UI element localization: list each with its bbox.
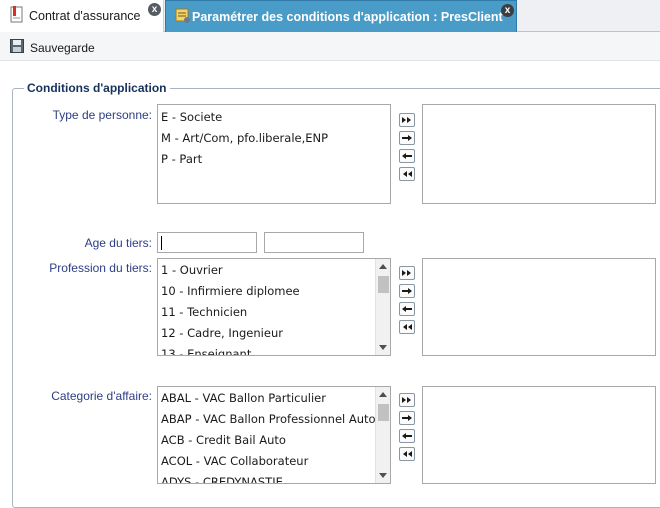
arrow-right-icon	[401, 131, 413, 145]
list-item[interactable]: 11 - Technicien	[161, 305, 247, 319]
list-item[interactable]: 12 - Cadre, Ingenieur	[161, 326, 283, 340]
age-max-input[interactable]	[264, 232, 364, 253]
list-item[interactable]: 1 - Ouvrier	[161, 263, 223, 277]
tab-contrat-assurance[interactable]: Contrat d'assurance x	[0, 0, 164, 32]
scroll-thumb[interactable]	[378, 276, 389, 293]
move-left-button[interactable]	[399, 302, 415, 316]
text-caret	[161, 236, 162, 250]
double-arrow-right-icon	[401, 113, 413, 127]
move-all-right-button[interactable]	[399, 393, 415, 407]
move-left-button[interactable]	[399, 149, 415, 163]
move-all-right-button[interactable]	[399, 266, 415, 280]
age-tiers-label: Age du tiers:	[84, 236, 152, 250]
categorie-selected-list[interactable]	[422, 386, 656, 484]
type-personne-label: Type de personne:	[52, 108, 152, 122]
profession-selected-list[interactable]	[422, 258, 656, 356]
floppy-disk-icon	[10, 39, 24, 56]
move-left-button[interactable]	[399, 429, 415, 443]
list-item[interactable]: P - Part	[161, 152, 202, 166]
arrow-right-icon	[401, 411, 413, 425]
move-right-button[interactable]	[399, 131, 415, 145]
move-all-left-button[interactable]	[399, 167, 415, 181]
scroll-thumb[interactable]	[378, 404, 389, 421]
arrow-left-icon	[401, 429, 413, 443]
double-arrow-right-icon	[401, 393, 413, 407]
list-item[interactable]: E - Societe	[161, 110, 222, 124]
save-button[interactable]: Sauvegarde	[10, 39, 95, 56]
toolbar: Sauvegarde	[0, 32, 660, 61]
close-icon[interactable]: x	[501, 4, 514, 17]
categorie-available-list[interactable]: ABAL - VAC Ballon Particulier ABAP - VAC…	[157, 386, 391, 484]
scroll-down-icon[interactable]	[379, 473, 387, 478]
move-right-button[interactable]	[399, 411, 415, 425]
move-all-left-button[interactable]	[399, 320, 415, 334]
scroll-down-icon[interactable]	[379, 345, 387, 350]
profession-available-list[interactable]: 1 - Ouvrier 10 - Infirmiere diplomee 11 …	[157, 258, 391, 356]
scroll-up-icon[interactable]	[379, 392, 387, 397]
tab-label: Paramétrer des conditions d'application …	[192, 10, 503, 24]
double-arrow-left-icon	[401, 320, 413, 334]
move-right-button[interactable]	[399, 284, 415, 298]
list-item[interactable]: 10 - Infirmiere diplomee	[161, 284, 300, 298]
move-all-right-button[interactable]	[399, 113, 415, 127]
close-icon[interactable]: x	[148, 3, 161, 16]
profession-label: Profession du tiers:	[49, 261, 152, 275]
list-item[interactable]: 13 - Enseignant	[161, 347, 251, 355]
settings-icon	[175, 7, 191, 25]
scrollbar[interactable]	[375, 387, 390, 483]
double-arrow-left-icon	[401, 167, 413, 181]
arrow-left-icon	[401, 149, 413, 163]
scrollbar[interactable]	[375, 259, 390, 355]
double-arrow-right-icon	[401, 266, 413, 280]
double-arrow-left-icon	[401, 447, 413, 461]
list-item[interactable]: M - Art/Com, pfo.liberale,ENP	[161, 131, 328, 145]
save-label: Sauvegarde	[30, 40, 95, 55]
scroll-up-icon[interactable]	[379, 264, 387, 269]
list-item[interactable]: ABAL - VAC Ballon Particulier	[161, 391, 326, 405]
list-item[interactable]: ABAP - VAC Ballon Professionnel Auto	[161, 412, 376, 426]
move-all-left-button[interactable]	[399, 447, 415, 461]
list-item[interactable]: ACB - Credit Bail Auto	[161, 433, 286, 447]
fieldset-legend: Conditions d'application	[24, 81, 170, 95]
document-icon	[9, 6, 25, 24]
age-min-input[interactable]	[157, 232, 257, 253]
arrow-right-icon	[401, 284, 413, 298]
tab-bar: Contrat d'assurance x Paramétrer des con…	[0, 0, 660, 32]
tab-parametrer-conditions[interactable]: Paramétrer des conditions d'application …	[165, 0, 517, 32]
categorie-label: Categorie d'affaire:	[51, 389, 152, 403]
list-item[interactable]: ADYS - CREDYNASTIE	[161, 475, 283, 483]
type-personne-available-list[interactable]: E - Societe M - Art/Com, pfo.liberale,EN…	[157, 104, 391, 204]
list-item[interactable]: ACOL - VAC Collaborateur	[161, 454, 308, 468]
type-personne-selected-list[interactable]	[422, 104, 656, 204]
tab-label: Contrat d'assurance	[29, 9, 141, 23]
arrow-left-icon	[401, 302, 413, 316]
